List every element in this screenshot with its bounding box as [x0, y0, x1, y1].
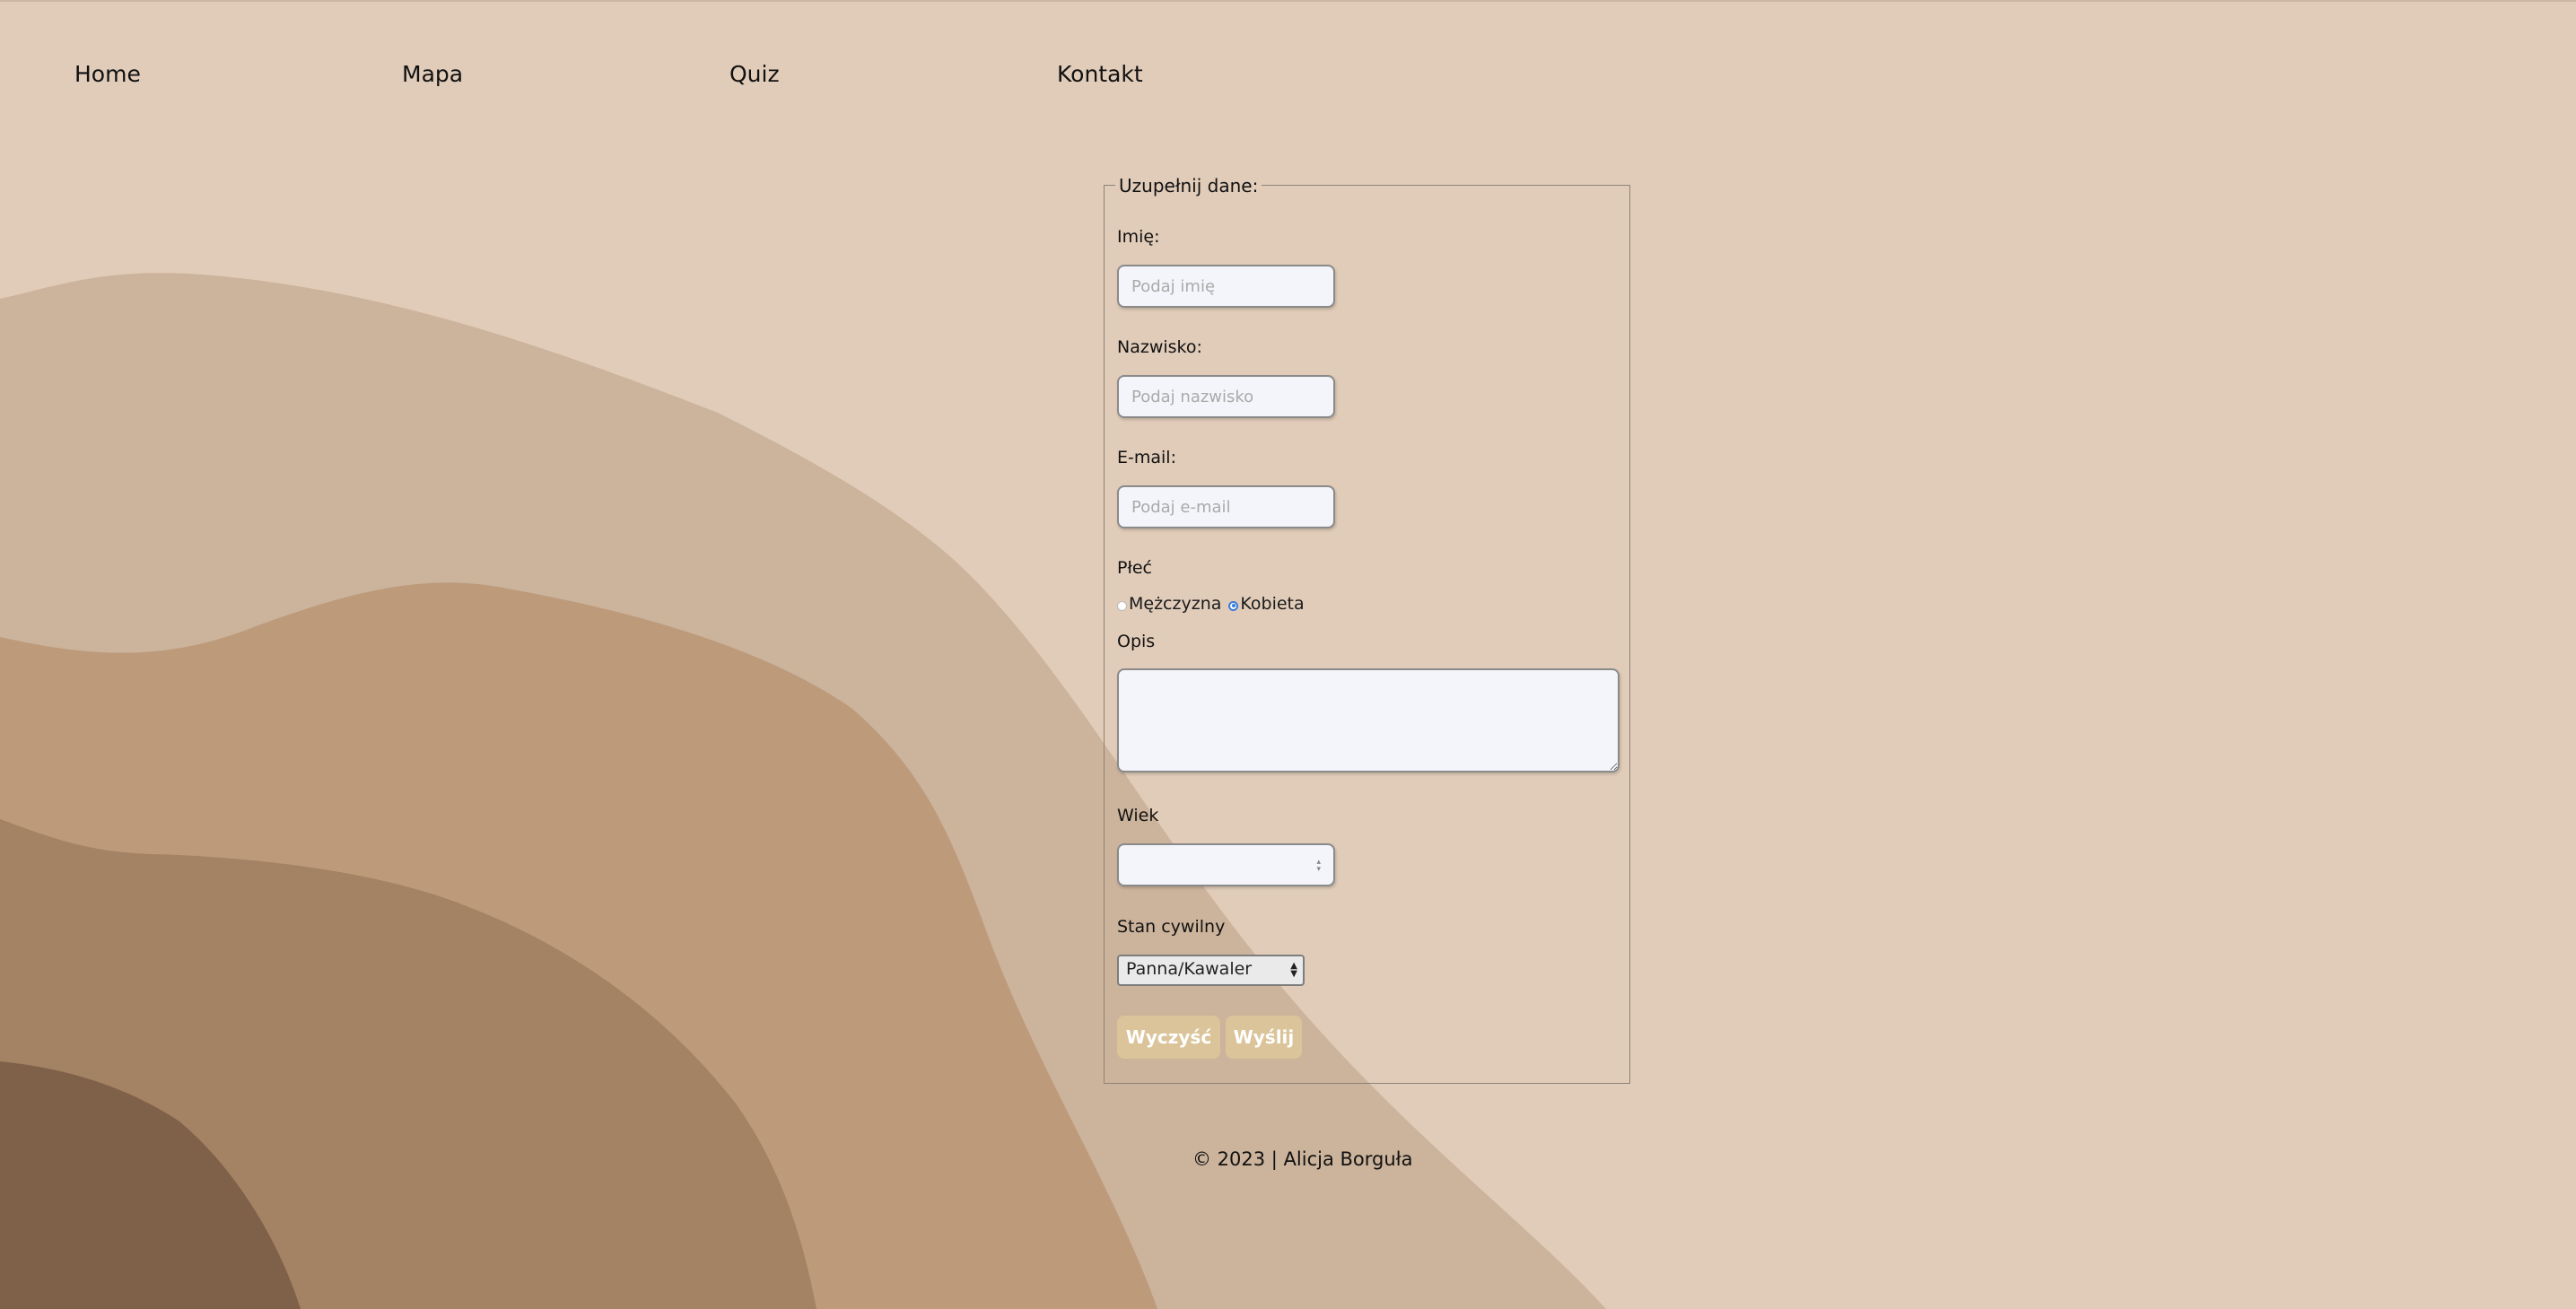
nav-link-home[interactable]: Home	[74, 61, 141, 87]
email-input[interactable]	[1117, 485, 1335, 528]
last-name-label: Nazwisko:	[1117, 337, 1202, 357]
radio-male[interactable]	[1117, 600, 1127, 611]
marital-status-select[interactable]: Panna/Kawaler ▲ ▼	[1117, 955, 1305, 986]
last-name-input[interactable]	[1117, 375, 1335, 418]
radio-male-label[interactable]: Mężczyzna	[1129, 594, 1221, 614]
gender-radio-group: Mężczyzna Kobieta	[1117, 594, 1305, 614]
select-arrows-icon: ▲ ▼	[1290, 961, 1297, 979]
clear-button[interactable]: Wyczyść	[1117, 1016, 1220, 1059]
radio-female[interactable]	[1228, 600, 1239, 611]
marital-status-label: Stan cywilny	[1117, 917, 1226, 937]
nav-link-mapa[interactable]: Mapa	[402, 61, 463, 87]
first-name-label: Imię:	[1117, 227, 1160, 247]
description-label: Opis	[1117, 632, 1156, 651]
top-border-line	[0, 0, 2576, 2]
footer-copyright: © 2023 | Alicja Borguła	[1192, 1148, 1413, 1170]
age-number-input[interactable]: ▴ ▾	[1117, 843, 1335, 886]
gender-label: Płeć	[1117, 558, 1152, 578]
radio-female-label[interactable]: Kobieta	[1240, 594, 1304, 614]
submit-button[interactable]: Wyślij	[1226, 1016, 1302, 1059]
first-name-input[interactable]	[1117, 265, 1335, 308]
marital-status-selected-value: Panna/Kawaler	[1126, 959, 1253, 979]
description-textarea[interactable]	[1117, 668, 1620, 772]
age-label: Wiek	[1117, 806, 1159, 825]
data-form-fieldset: Uzupełnij dane: Imię: Nazwisko: E-mail: …	[1104, 175, 1630, 1084]
email-label: E-mail:	[1117, 448, 1176, 467]
form-legend: Uzupełnij dane:	[1115, 175, 1262, 196]
nav-link-kontakt[interactable]: Kontakt	[1057, 61, 1143, 87]
spin-arrows-icon[interactable]: ▴ ▾	[1316, 859, 1321, 874]
nav-link-quiz[interactable]: Quiz	[729, 61, 780, 87]
